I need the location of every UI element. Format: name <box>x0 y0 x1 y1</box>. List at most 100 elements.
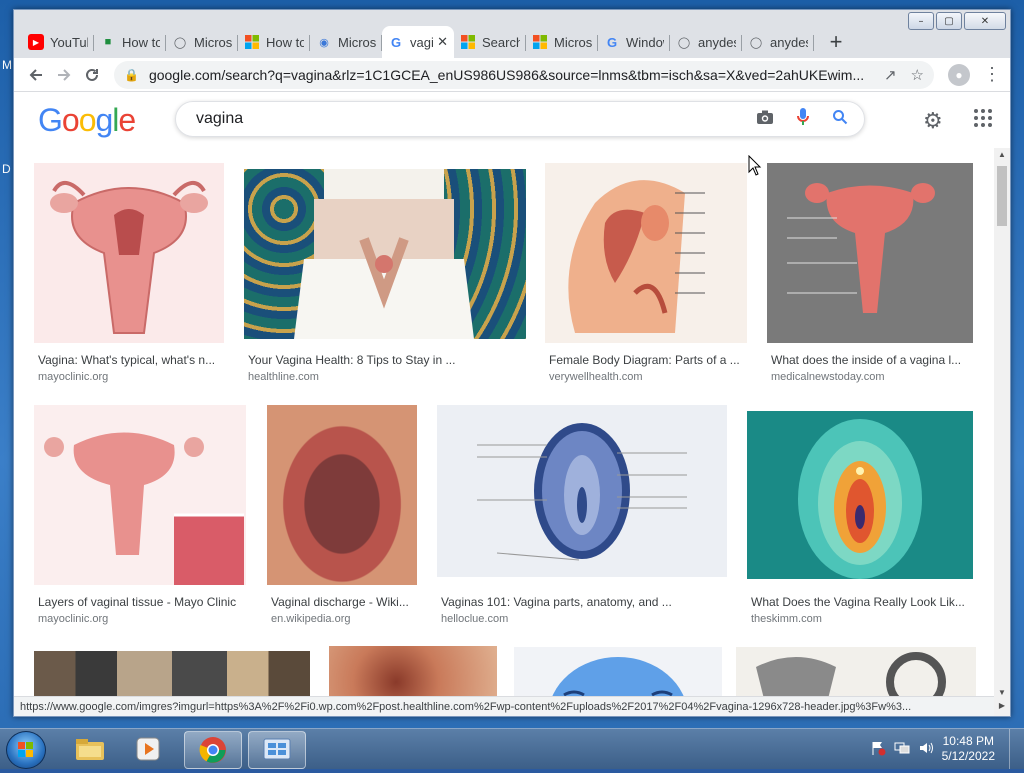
youtube-icon: ▶ <box>28 34 44 50</box>
bookmark-star-icon[interactable]: ☆ <box>911 66 924 84</box>
show-desktop-button[interactable] <box>1009 729 1024 769</box>
tab-5[interactable]: Gvagina✕ <box>382 26 454 58</box>
close-button[interactable]: ✕ <box>964 12 1006 30</box>
search-input[interactable]: vagina <box>196 110 734 128</box>
image-result[interactable]: What Does the Vagina Really Look Lik... … <box>747 405 987 625</box>
result-source[interactable]: helloclue.com <box>441 613 508 625</box>
tab-3[interactable]: How to <box>238 26 310 58</box>
desktop-icon-label: M <box>2 58 12 72</box>
result-thumbnail[interactable] <box>767 163 973 343</box>
result-thumbnail[interactable] <box>34 651 310 700</box>
result-caption[interactable]: Your Vagina Health: 8 Tips to Stay in ..… <box>248 353 528 367</box>
tab-title: Microsoft <box>194 34 232 50</box>
result-source[interactable]: healthline.com <box>248 371 319 383</box>
result-thumbnail[interactable] <box>545 163 747 343</box>
image-result[interactable]: Vaginas 101: Vagina parts, anatomy, and … <box>437 405 737 625</box>
action-center-flag-icon[interactable] <box>870 740 886 759</box>
taskbar-control-panel[interactable] <box>248 731 306 769</box>
tab-title: YouTube <box>50 34 88 50</box>
taskbar: 10:48 PM 5/12/2022 <box>0 728 1024 769</box>
image-result[interactable]: Layers of vaginal tissue - Mayo Clinic m… <box>34 405 266 625</box>
result-caption[interactable]: Vaginal discharge - Wiki... <box>271 595 421 609</box>
vertical-scrollbar[interactable]: ▲ ▼ <box>994 148 1010 700</box>
media-player-icon <box>136 737 160 761</box>
tab-1[interactable]: ■ How to <box>94 26 166 58</box>
image-results-grid: Vagina: What's typical, what's n... mayo… <box>14 148 994 700</box>
scroll-right-icon[interactable]: ▶ <box>994 696 1010 716</box>
result-thumbnail[interactable] <box>329 646 497 700</box>
scroll-up-icon[interactable]: ▲ <box>994 148 1010 162</box>
result-caption[interactable]: What does the inside of a vagina l... <box>771 353 981 367</box>
result-source[interactable]: medicalnewstoday.com <box>771 371 885 383</box>
result-caption[interactable]: Layers of vaginal tissue - Mayo Clinic <box>38 595 258 609</box>
taskbar-explorer[interactable] <box>62 731 118 767</box>
result-caption[interactable]: Vagina: What's typical, what's n... <box>38 353 238 367</box>
result-source[interactable]: verywellhealth.com <box>549 371 643 383</box>
back-button[interactable] <box>22 61 50 89</box>
start-button[interactable] <box>6 731 46 769</box>
reload-button[interactable] <box>78 61 106 89</box>
result-thumbnail[interactable] <box>244 169 526 339</box>
google-logo[interactable]: Google <box>38 102 136 139</box>
image-result[interactable]: Female Body Diagram: Parts of a ... very… <box>545 163 755 383</box>
tab-4[interactable]: ◉ Microsoft <box>310 26 382 58</box>
share-icon[interactable]: ↗ <box>884 66 897 84</box>
maximize-button[interactable]: ▢ <box>936 12 962 30</box>
voice-search-icon[interactable] <box>796 107 810 132</box>
result-thumbnail[interactable] <box>736 647 976 700</box>
image-result[interactable]: What does the inside of a vagina l... me… <box>767 163 987 383</box>
result-caption[interactable]: Vaginas 101: Vagina parts, anatomy, and … <box>441 595 731 609</box>
tab-2[interactable]: ◯ Microsoft <box>166 26 238 58</box>
tab-9[interactable]: ◯ anydesk <box>670 26 742 58</box>
result-thumbnail[interactable] <box>514 647 722 700</box>
result-thumbnail[interactable] <box>34 163 224 343</box>
tab-6[interactable]: Search <box>454 26 526 58</box>
tab-8[interactable]: G Windows <box>598 26 670 58</box>
profile-avatar-icon[interactable]: ● <box>948 63 970 86</box>
image-result[interactable] <box>329 646 497 700</box>
taskbar-media-player[interactable] <box>120 731 176 767</box>
google-apps-icon[interactable] <box>974 109 992 127</box>
mouse-cursor-icon <box>748 154 762 182</box>
address-bar[interactable]: 🔒 google.com/search?q=vagina&rlz=1C1GCEA… <box>114 60 934 89</box>
tab-7[interactable]: Microsoft <box>526 26 598 58</box>
forward-button[interactable] <box>50 61 78 89</box>
globe-icon: ◯ <box>749 36 763 49</box>
windows-logo-icon <box>18 742 33 757</box>
settings-gear-icon[interactable]: ⚙ <box>923 108 943 134</box>
result-caption[interactable]: What Does the Vagina Really Look Lik... <box>751 595 977 609</box>
result-source[interactable]: mayoclinic.org <box>38 371 108 383</box>
image-result[interactable] <box>514 647 722 700</box>
tab-title: Windows <box>626 34 664 50</box>
result-source[interactable]: mayoclinic.org <box>38 613 108 625</box>
image-result[interactable] <box>736 647 976 700</box>
image-result[interactable]: Vagina: What's typical, what's n... mayo… <box>34 163 244 383</box>
taskbar-chrome[interactable] <box>184 731 242 769</box>
result-thumbnail[interactable] <box>747 411 973 579</box>
minimize-button[interactable]: – <box>908 12 934 30</box>
globe-icon: ◯ <box>677 36 691 49</box>
clock[interactable]: 10:48 PM 5/12/2022 <box>942 734 995 764</box>
url-text[interactable]: google.com/search?q=vagina&rlz=1C1GCEA_e… <box>149 67 870 83</box>
window-controls: – ▢ ✕ <box>908 12 1006 30</box>
search-box[interactable]: vagina <box>175 101 865 137</box>
browser-menu-icon[interactable]: ⋮ <box>982 64 1002 85</box>
result-source[interactable]: en.wikipedia.org <box>271 613 351 625</box>
result-caption[interactable]: Female Body Diagram: Parts of a ... <box>549 353 749 367</box>
tab-0[interactable]: ▶ YouTube <box>22 26 94 58</box>
volume-icon[interactable] <box>918 740 934 759</box>
result-thumbnail[interactable] <box>437 405 727 577</box>
image-result[interactable] <box>34 651 310 700</box>
network-icon[interactable] <box>894 740 910 759</box>
camera-search-icon[interactable] <box>756 109 774 130</box>
new-tab-button[interactable]: + <box>822 28 850 56</box>
tab-close-icon[interactable]: ✕ <box>437 34 448 50</box>
result-source[interactable]: theskimm.com <box>751 613 822 625</box>
image-result[interactable]: Your Vagina Health: 8 Tips to Stay in ..… <box>244 163 534 383</box>
result-thumbnail[interactable] <box>34 405 246 585</box>
search-icon[interactable] <box>832 109 848 130</box>
image-result[interactable]: Vaginal discharge - Wiki... en.wikipedia… <box>267 405 427 625</box>
tab-10[interactable]: ◯ anydesk <box>742 26 814 58</box>
scrollbar-thumb[interactable] <box>997 166 1007 226</box>
result-thumbnail[interactable] <box>267 405 417 585</box>
